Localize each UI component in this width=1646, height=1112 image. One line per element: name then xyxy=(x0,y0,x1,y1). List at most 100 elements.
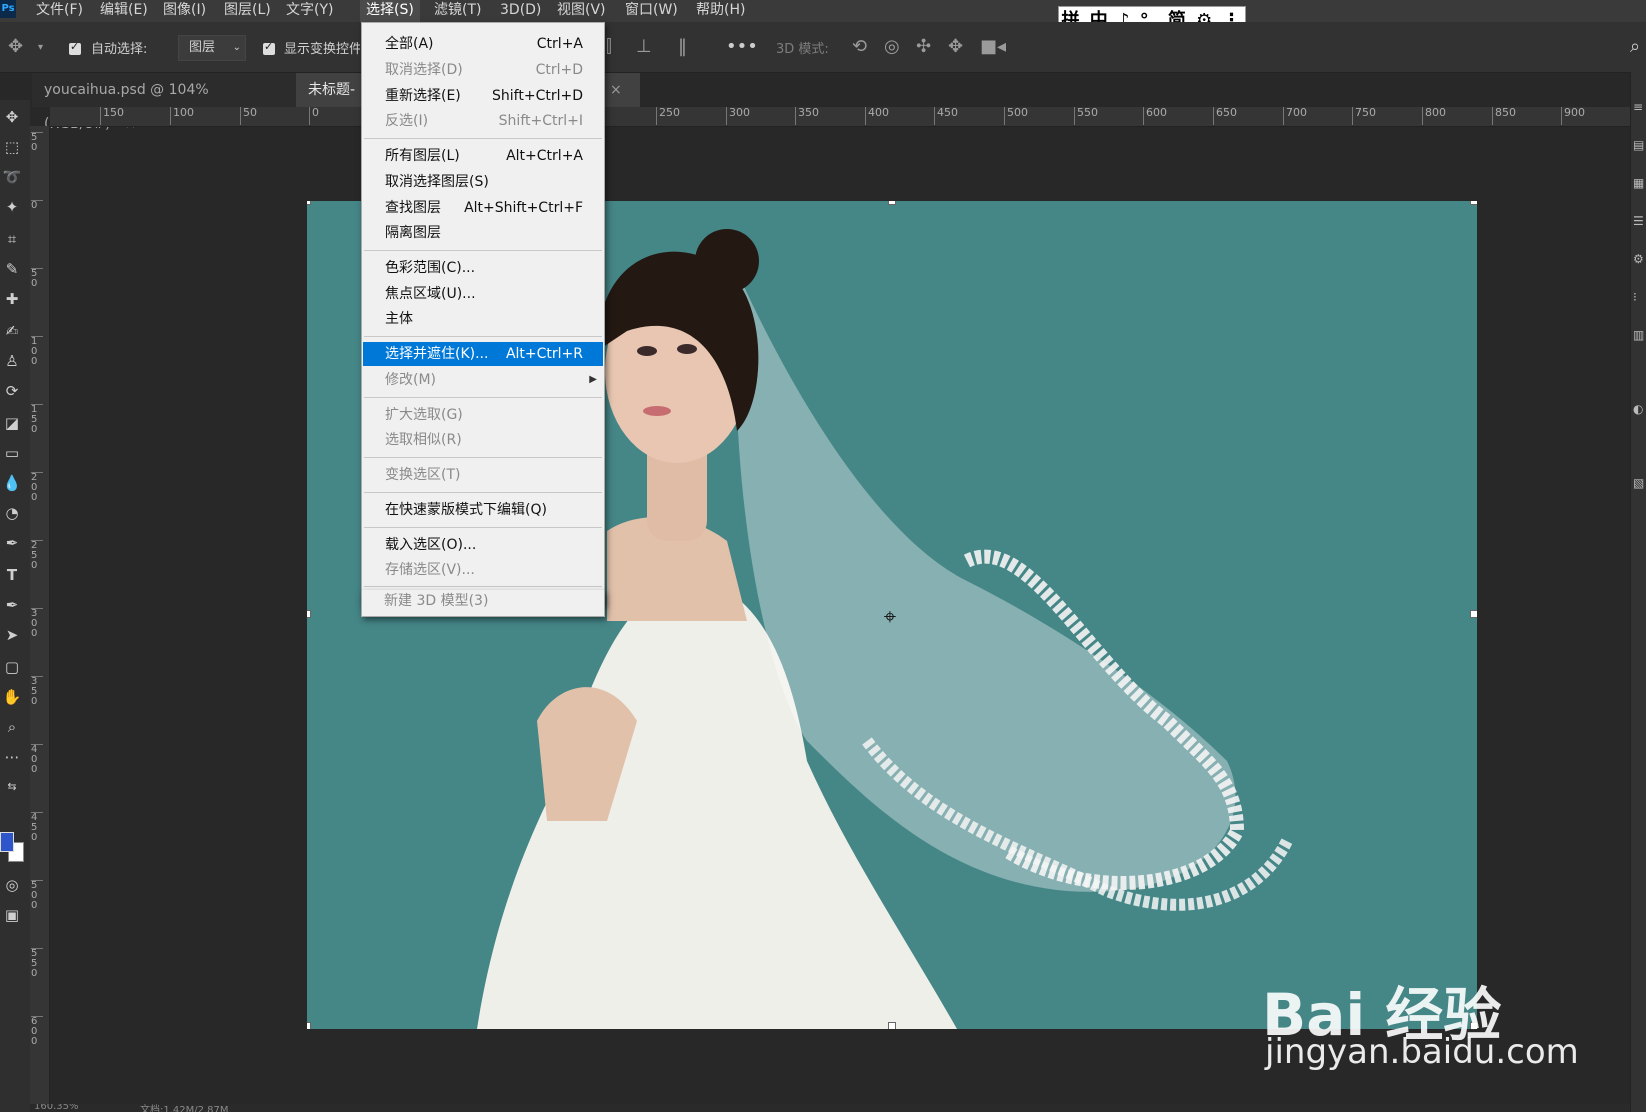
transform-handle[interactable] xyxy=(888,1022,896,1029)
horizontal-ruler[interactable]: 150 100 50 0 250 300 350 400 450 500 550… xyxy=(50,107,1630,127)
panel-icon[interactable]: ⚙ xyxy=(1633,252,1644,266)
magic-wand-tool-icon[interactable]: ✦ xyxy=(0,198,24,216)
transform-handle[interactable] xyxy=(307,1022,311,1029)
menu-separator xyxy=(364,527,602,528)
menu-file[interactable]: 文件(F) xyxy=(30,0,89,22)
transform-handle[interactable] xyxy=(1470,201,1477,205)
gradient-tool-icon[interactable]: ▭ xyxy=(0,444,24,462)
zoom-level[interactable]: 160.35% xyxy=(34,1104,79,1112)
panel-icon[interactable]: ▥ xyxy=(1633,328,1644,342)
menu-image[interactable]: 图像(I) xyxy=(157,0,212,22)
menu-item-select-all[interactable]: 全部(A) Ctrl+A xyxy=(363,32,603,56)
panel-icon[interactable]: ◐ xyxy=(1633,402,1643,416)
layer-select-dropdown[interactable]: 图层 ⌄ xyxy=(178,35,246,61)
pan-3d-icon[interactable]: ✣ xyxy=(916,36,931,57)
healing-brush-tool-icon[interactable]: ✚ xyxy=(0,290,24,308)
search-icon[interactable]: ⌕ xyxy=(1630,36,1640,57)
menu-item-color-range[interactable]: 色彩范围(C)... xyxy=(363,256,603,280)
menu-item-save-selection[interactable]: 存储选区(V)... xyxy=(363,558,603,582)
align-bottom-icon[interactable]: ⊥ xyxy=(636,36,652,57)
menu-item-focus-area[interactable]: 焦点区域(U)... xyxy=(363,282,603,306)
menu-item-grow[interactable]: 扩大选取(G) xyxy=(363,403,603,427)
tab-youcaihua[interactable]: youcaihua.psd @ 104%(RGB/8#)× xyxy=(32,73,312,132)
ruler-tick: 400 xyxy=(31,744,43,775)
tab-label: 未标题- xyxy=(308,82,356,98)
menu-item-similar[interactable]: 选取相似(R) xyxy=(363,428,603,452)
panel-icon[interactable]: ≡ xyxy=(1633,100,1643,114)
clone-stamp-tool-icon[interactable]: ♙ xyxy=(0,352,24,370)
vertical-ruler[interactable]: 50 0 50 100 150 200 250 300 350 400 450 … xyxy=(30,126,50,1106)
panel-icon[interactable]: ▧ xyxy=(1633,476,1644,490)
auto-select-checkbox[interactable] xyxy=(69,40,81,55)
hand-tool-icon[interactable]: ✋ xyxy=(0,688,24,706)
camera-3d-icon[interactable]: ■◂ xyxy=(980,36,1006,57)
menu-item-load-selection[interactable]: 载入选区(O)... xyxy=(363,533,603,557)
menu-item-reselect[interactable]: 重新选择(E) Shift+Ctrl+D xyxy=(363,84,603,108)
direct-selection-tool-icon[interactable]: ➤ xyxy=(0,626,24,644)
brush-tool-icon[interactable]: ✍ xyxy=(0,322,24,340)
orbit-3d-icon[interactable]: ⟲ xyxy=(852,36,867,57)
menu-item-deselect[interactable]: 取消选择(D) Ctrl+D xyxy=(363,58,603,82)
marquee-tool-icon[interactable]: ⬚ xyxy=(0,138,24,156)
menu-item-deselect-layers[interactable]: 取消选择图层(S) xyxy=(363,170,603,194)
rectangle-tool-icon[interactable]: ▢ xyxy=(0,658,24,676)
show-transform-checkbox[interactable] xyxy=(263,40,275,55)
select-menu-dropdown: 全部(A) Ctrl+A 取消选择(D) Ctrl+D 重新选择(E) Shift+C… xyxy=(361,22,605,606)
lasso-tool-icon[interactable]: ➰ xyxy=(0,168,24,186)
menu-filter[interactable]: 滤镜(T) xyxy=(428,0,487,22)
transform-handle[interactable] xyxy=(307,610,311,618)
panel-icon[interactable]: ⁝ xyxy=(1633,290,1637,304)
crop-tool-icon[interactable]: ⌗ xyxy=(0,230,24,248)
distribute-icon[interactable]: ‖ xyxy=(678,36,687,57)
menu-view[interactable]: 视图(V) xyxy=(551,0,612,22)
pen-tool-icon[interactable]: ✒ xyxy=(0,534,24,552)
menu-edit[interactable]: 编辑(E) xyxy=(94,0,154,22)
menu-help[interactable]: 帮助(H) xyxy=(690,0,751,22)
eyedropper-tool-icon[interactable]: ✎ xyxy=(0,260,24,278)
menu-type[interactable]: 文字(Y) xyxy=(280,0,339,22)
right-panel-dock: ≡ ▤ ▦ ☰ ⚙ ⁝ ▥ ◐ ▧ xyxy=(1630,72,1646,1112)
menu-window[interactable]: 窗口(W) xyxy=(619,0,684,22)
panel-icon[interactable]: ▤ xyxy=(1633,138,1644,152)
menu-item-find-layers[interactable]: 查找图层 Alt+Shift+Ctrl+F xyxy=(363,196,603,220)
transform-handle[interactable] xyxy=(888,201,896,205)
more-tools-icon[interactable]: ⋯ xyxy=(0,748,24,766)
transform-handle[interactable] xyxy=(307,201,311,205)
align-center-icon[interactable]: ⫿ xyxy=(606,36,612,57)
quick-mask-icon[interactable]: ◎ xyxy=(0,876,24,894)
chevron-down-icon[interactable]: ▾ xyxy=(38,42,43,53)
menu-item-new-3d-model[interactable]: 新建 3D 模型(3) xyxy=(361,590,605,617)
ruler-tick: 450 xyxy=(31,812,43,843)
move-tool-icon[interactable]: ✥ xyxy=(8,36,23,57)
menu-item-modify[interactable]: 修改(M) ▶ xyxy=(363,368,603,392)
menu-3d[interactable]: 3D(D) xyxy=(494,0,547,22)
panel-icon[interactable]: ▦ xyxy=(1633,176,1644,190)
move-tool-icon[interactable]: ✥ xyxy=(0,108,24,126)
menu-item-isolate-layers[interactable]: 隔离图层 xyxy=(363,221,603,245)
type-tool-icon[interactable]: T xyxy=(0,566,24,584)
menu-item-quick-mask[interactable]: 在快速蒙版模式下编辑(Q) xyxy=(363,498,603,522)
slide-3d-icon[interactable]: ✥ xyxy=(948,36,963,57)
transform-handle[interactable] xyxy=(1470,610,1477,618)
menu-item-inverse[interactable]: 反选(I) Shift+Ctrl+I xyxy=(363,109,603,133)
foreground-color-swatch[interactable] xyxy=(0,832,14,852)
screen-mode-icon[interactable]: ▣ xyxy=(0,906,24,924)
dodge-tool-icon[interactable]: ◔ xyxy=(0,504,24,522)
close-icon[interactable]: × xyxy=(610,73,622,107)
roll-3d-icon[interactable]: ◎ xyxy=(884,36,900,57)
eraser-tool-icon[interactable]: ◪ xyxy=(0,414,24,432)
path-selection-tool-icon[interactable]: ✒ xyxy=(0,596,24,614)
menu-layer[interactable]: 图层(L) xyxy=(218,0,277,22)
swap-colors-icon[interactable]: ⇆ xyxy=(0,780,24,793)
menu-bar: Ps 文件(F) 编辑(E) 图像(I) 图层(L) 文字(Y) 选择(S) 滤… xyxy=(0,0,1646,22)
menu-select[interactable]: 选择(S) xyxy=(360,0,420,22)
zoom-tool-icon[interactable]: ⌕ xyxy=(0,718,24,736)
menu-item-transform-selection[interactable]: 变换选区(T) xyxy=(363,463,603,487)
panel-icon[interactable]: ☰ xyxy=(1633,214,1644,228)
menu-item-select-and-mask[interactable]: 选择并遮住(K)... Alt+Ctrl+R xyxy=(363,342,603,366)
menu-item-all-layers[interactable]: 所有图层(L) Alt+Ctrl+A xyxy=(363,144,603,168)
blur-tool-icon[interactable]: 💧 xyxy=(0,474,24,492)
history-brush-tool-icon[interactable]: ⟳ xyxy=(0,382,24,400)
menu-item-subject[interactable]: 主体 xyxy=(363,307,603,331)
more-options-icon[interactable]: ••• xyxy=(726,36,758,57)
